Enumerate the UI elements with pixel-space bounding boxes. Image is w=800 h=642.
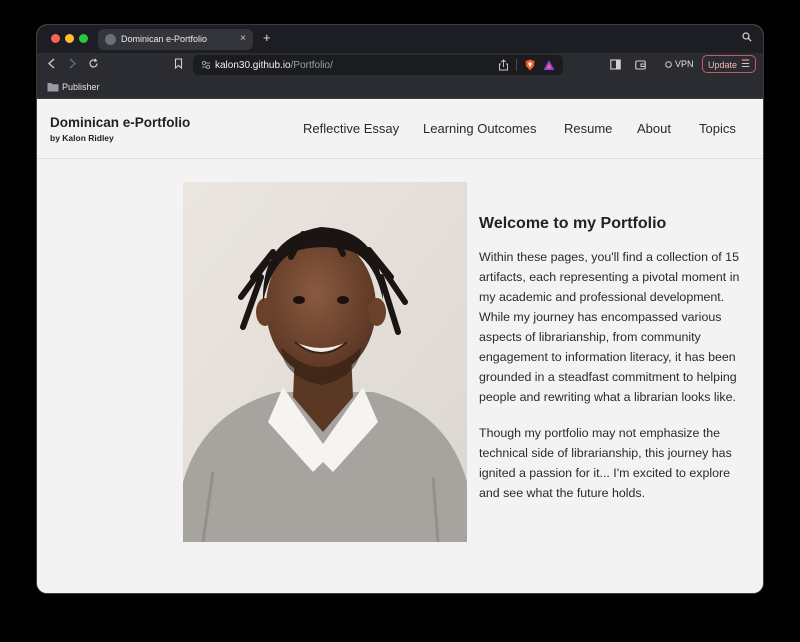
update-label: Update bbox=[708, 60, 738, 70]
address-bar[interactable]: kalon30.github.io/Portfolio/ bbox=[193, 55, 563, 75]
tab-bar: Dominican e-Portfolio × + bbox=[37, 25, 763, 53]
brave-rewards-icon[interactable] bbox=[543, 59, 555, 71]
browser-toolbar: kalon30.github.io/Portfolio/ VPN Update … bbox=[37, 53, 763, 77]
bookmark-icon[interactable] bbox=[174, 58, 183, 69]
reload-icon[interactable] bbox=[88, 58, 99, 69]
minimize-window-button[interactable] bbox=[65, 34, 74, 43]
zoom-window-button[interactable] bbox=[79, 34, 88, 43]
nav-topics[interactable]: Topics bbox=[699, 121, 736, 136]
web-page: Dominican e-Portfolio by Kalon Ridley Re… bbox=[37, 99, 763, 593]
welcome-heading: Welcome to my Portfolio bbox=[479, 215, 667, 232]
bookmarks-bar: Publisher bbox=[37, 77, 763, 99]
browser-window: Dominican e-Portfolio × + kalon30.github… bbox=[37, 25, 763, 593]
url-divider bbox=[516, 59, 517, 71]
new-tab-button[interactable]: + bbox=[263, 30, 271, 45]
forward-icon[interactable] bbox=[68, 58, 77, 69]
browser-tab[interactable]: Dominican e-Portfolio × bbox=[98, 29, 253, 50]
menu-icon[interactable]: ☰ bbox=[741, 59, 750, 70]
vpn-button[interactable]: VPN bbox=[675, 59, 694, 69]
close-window-button[interactable] bbox=[51, 34, 60, 43]
nav-resume[interactable]: Resume bbox=[564, 121, 612, 136]
search-tabs-icon[interactable] bbox=[742, 32, 752, 42]
globe-icon bbox=[105, 34, 116, 45]
site-byline: by Kalon Ridley bbox=[50, 133, 114, 143]
url-path: /Portfolio/ bbox=[290, 60, 333, 71]
url-text: kalon30.github.io/Portfolio/ bbox=[215, 60, 333, 71]
site-title[interactable]: Dominican e-Portfolio bbox=[50, 115, 190, 130]
wallet-icon[interactable] bbox=[635, 59, 646, 70]
tab-title: Dominican e-Portfolio bbox=[121, 34, 208, 44]
back-icon[interactable] bbox=[47, 58, 56, 69]
intro-paragraph-1: Within these pages, you'll find a collec… bbox=[479, 250, 740, 404]
bookmark-publisher[interactable]: Publisher bbox=[62, 82, 100, 92]
nav-learning-outcomes[interactable]: Learning Outcomes bbox=[423, 121, 536, 136]
site-settings-icon[interactable] bbox=[201, 60, 211, 70]
vpn-icon bbox=[665, 61, 672, 68]
brave-shields-icon[interactable] bbox=[524, 59, 536, 71]
sidebar-icon[interactable] bbox=[610, 59, 621, 70]
share-icon[interactable] bbox=[498, 59, 509, 71]
nav-about[interactable]: About bbox=[637, 121, 671, 136]
site-header: Dominican e-Portfolio by Kalon Ridley Re… bbox=[37, 99, 763, 159]
update-button[interactable]: Update ☰ bbox=[702, 55, 756, 73]
intro-section: Welcome to my Portfolio Within these pag… bbox=[479, 215, 754, 519]
portrait-photo bbox=[183, 182, 467, 542]
intro-paragraph-2: Though my portfolio may not emphasize th… bbox=[479, 426, 732, 500]
tab-close-button[interactable]: × bbox=[240, 33, 246, 44]
nav-reflective-essay[interactable]: Reflective Essay bbox=[303, 121, 399, 136]
url-host: kalon30.github.io bbox=[215, 60, 291, 71]
folder-icon bbox=[47, 83, 59, 92]
